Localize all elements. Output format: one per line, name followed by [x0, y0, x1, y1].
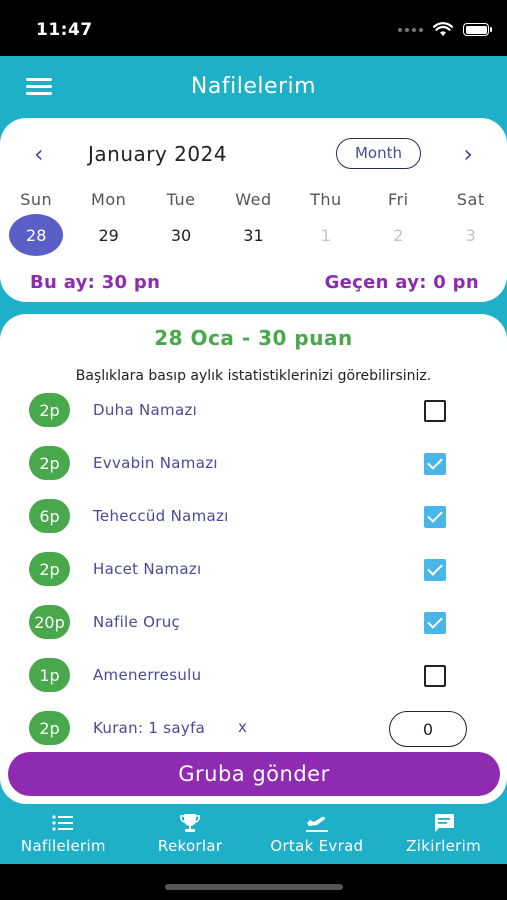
- home-bar: [0, 864, 507, 900]
- chat-icon: [433, 813, 455, 833]
- calendar-day-disabled: 2: [393, 225, 404, 245]
- calendar-day-selected[interactable]: 28: [0, 214, 72, 256]
- bottom-nav: Nafilelerim Rekorlar Ortak Evrad Zikirle…: [0, 804, 507, 864]
- airplane-icon: [305, 813, 329, 833]
- points-badge: 6p: [29, 499, 70, 533]
- list-item: 20p Nafile Oruç: [0, 598, 507, 648]
- app-header: Nafilelerim: [0, 56, 507, 118]
- calendar-day[interactable]: 30: [145, 214, 217, 256]
- item-checkbox-checked[interactable]: [424, 506, 446, 528]
- calendar-day[interactable]: 29: [72, 214, 144, 256]
- points-badge: 20p: [29, 605, 70, 639]
- calendar-month-title: January 2024: [88, 142, 228, 166]
- item-title[interactable]: Nafile Oruç: [93, 613, 180, 631]
- list-item: 1p Amenerresulu: [0, 651, 507, 701]
- wifi-icon: [433, 22, 453, 36]
- list-item: 2p Duha Namazı: [0, 386, 507, 436]
- nav-label: Rekorlar: [157, 837, 223, 855]
- weekday-label: Sat: [456, 190, 485, 209]
- weekday-label: Thu: [310, 190, 342, 209]
- item-checkbox-checked[interactable]: [424, 559, 446, 581]
- status-time: 11:47: [36, 20, 93, 40]
- item-title[interactable]: Amenerresulu: [93, 666, 201, 684]
- weekday-label: Fri: [388, 190, 409, 209]
- app-screen: Nafilelerim ‹ January 2024 Month › Sun M…: [0, 56, 507, 900]
- list-item: 6p Teheccüd Namazı: [0, 492, 507, 542]
- points-badge: 2p: [29, 393, 70, 427]
- chevron-left-icon[interactable]: ‹: [34, 140, 44, 168]
- calendar-mode-toggle[interactable]: Month: [336, 138, 421, 169]
- points-badge: 2p: [29, 711, 70, 745]
- nafile-list-card: 28 Oca - 30 puan Başlıklara basıp aylık …: [0, 314, 507, 804]
- last-month-points: Geçen ay: 0 pn: [324, 272, 479, 293]
- points-badge: 1p: [29, 658, 70, 692]
- calendar-day[interactable]: 31: [217, 214, 289, 256]
- page-title: Nafilelerim: [190, 74, 317, 99]
- nav-item-ortak-evrad[interactable]: Ortak Evrad: [254, 804, 381, 864]
- list-icon: [52, 813, 74, 833]
- list-item: 2p Hacet Namazı: [0, 545, 507, 595]
- item-checkbox[interactable]: [424, 400, 446, 422]
- day-row: 28 29 30 31 1 2 3: [0, 214, 507, 256]
- month-stats: Bu ay: 30 pn Geçen ay: 0 pn: [30, 272, 479, 293]
- send-to-group-button[interactable]: Gruba gönder: [8, 752, 500, 796]
- weekday-label: Sun: [20, 190, 53, 209]
- nav-label: Ortak Evrad: [270, 837, 364, 855]
- weekday-row: Sun Mon Tue Wed Thu Fri Sat: [0, 190, 507, 209]
- item-title[interactable]: Hacet Namazı: [93, 560, 201, 578]
- trophy-icon: [179, 813, 201, 833]
- item-title[interactable]: Teheccüd Namazı: [93, 507, 229, 525]
- weekday-label: Wed: [235, 190, 272, 209]
- item-checkbox[interactable]: [424, 665, 446, 687]
- calendar-day-disabled: 1: [320, 225, 331, 245]
- item-title[interactable]: Duha Namazı: [93, 401, 197, 419]
- quantity-input[interactable]: [389, 711, 467, 747]
- chevron-right-icon[interactable]: ›: [463, 140, 473, 168]
- nav-item-nafilelerim[interactable]: Nafilelerim: [0, 804, 127, 864]
- this-month-points: Bu ay: 30 pn: [30, 272, 161, 293]
- points-badge: 2p: [29, 552, 70, 586]
- list-hint: Başlıklara basıp aylık istatistikleriniz…: [75, 368, 432, 384]
- list-item: 2p Evvabin Namazı: [0, 439, 507, 489]
- weekday-label: Tue: [166, 190, 196, 209]
- day-score-heading: 28 Oca - 30 puan: [154, 326, 353, 350]
- item-title[interactable]: Kuran: 1 sayfa: [93, 719, 205, 737]
- nav-item-rekorlar[interactable]: Rekorlar: [127, 804, 254, 864]
- status-bar: 11:47: [0, 0, 507, 56]
- signal-icon: [398, 27, 423, 32]
- item-checkbox-checked[interactable]: [424, 612, 446, 634]
- calendar-card: ‹ January 2024 Month › Sun Mon Tue Wed T…: [0, 118, 507, 302]
- nav-label: Zikirlerim: [406, 837, 482, 855]
- nav-item-zikirlerim[interactable]: Zikirlerim: [380, 804, 507, 864]
- status-icons: [398, 22, 492, 37]
- battery-icon: [463, 23, 492, 36]
- item-checkbox-checked[interactable]: [424, 453, 446, 475]
- nav-label: Nafilelerim: [20, 837, 106, 855]
- multiplier-sign: x: [238, 718, 247, 736]
- points-badge: 2p: [29, 446, 70, 480]
- item-title[interactable]: Evvabin Namazı: [93, 454, 218, 472]
- calendar-day-disabled: 3: [465, 225, 476, 245]
- weekday-label: Mon: [91, 190, 127, 209]
- home-indicator[interactable]: [165, 884, 343, 890]
- list-item: 2p Kuran: 1 sayfa x: [0, 704, 507, 754]
